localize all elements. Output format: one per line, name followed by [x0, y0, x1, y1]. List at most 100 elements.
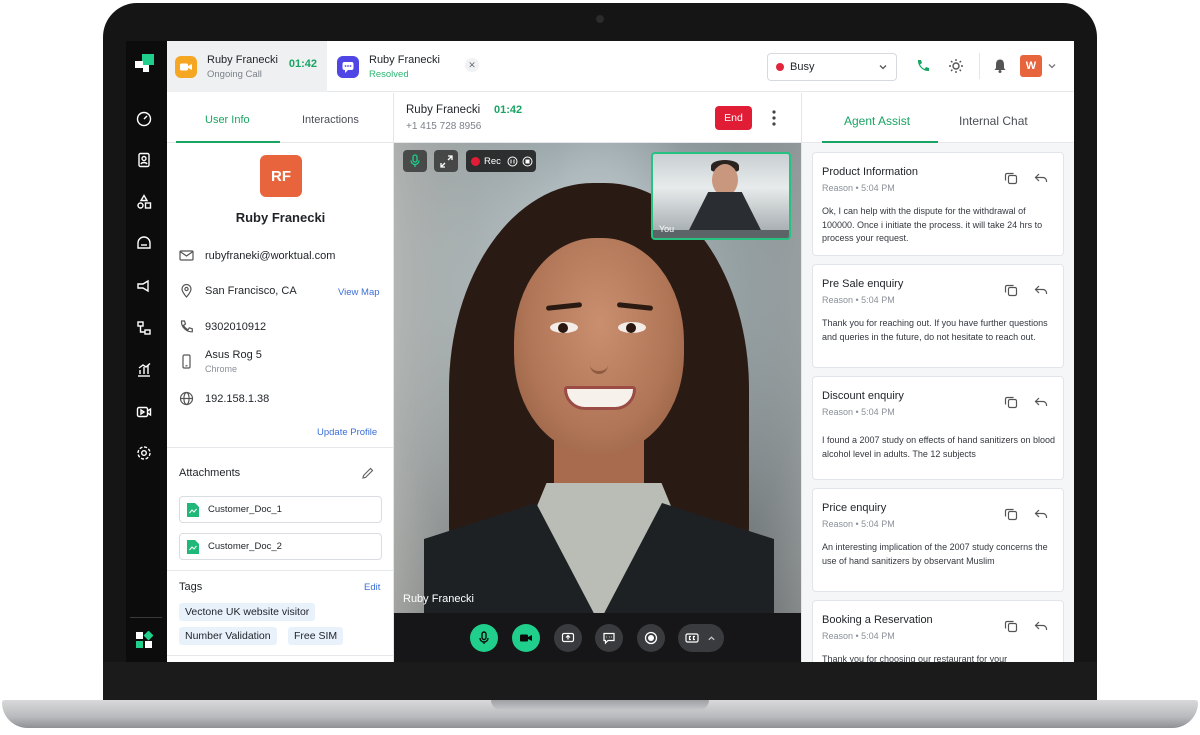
chat-tab-resolved[interactable]: Ruby Franecki Resolved ✕ — [329, 41, 481, 92]
pause-icon[interactable] — [507, 156, 518, 167]
edit-pencil-icon[interactable] — [361, 466, 375, 480]
update-profile-link[interactable]: Update Profile — [317, 427, 377, 438]
user-device: Asus Rog 5 — [205, 349, 262, 361]
user-browser: Chrome — [205, 364, 238, 374]
eyebrow — [616, 302, 654, 311]
campaign-icon[interactable] — [135, 277, 153, 295]
suggestion-text: An interesting implication of the 2007 s… — [822, 542, 1048, 566]
call-tab-timer: 01:42 — [288, 58, 317, 70]
stop-icon[interactable] — [522, 156, 533, 167]
tab-interactions[interactable]: Interactions — [302, 114, 359, 126]
call-tab-ongoing[interactable]: Ruby Franecki Ongoing Call 01:42 — [167, 41, 327, 92]
status-dropdown[interactable]: Busy — [767, 53, 897, 81]
share-screen-button[interactable] — [554, 624, 582, 652]
microphone-icon — [479, 631, 489, 644]
document-file-icon — [187, 502, 199, 517]
chevron-up-icon[interactable] — [707, 634, 716, 643]
globe-icon — [179, 391, 194, 406]
settings-gear-icon[interactable] — [135, 444, 153, 462]
notification-bell-icon[interactable] — [992, 58, 1008, 74]
suggestion-text: Thank you for choosing our restaurant fo… — [822, 654, 1008, 662]
caller-name: Ruby Franecki — [406, 104, 481, 116]
attachment-item[interactable]: Customer_Doc_2 — [179, 533, 382, 560]
copy-icon[interactable] — [1004, 507, 1018, 521]
assist-panel-tabs: Agent Assist Internal Chat — [802, 93, 1074, 143]
tab-user-info[interactable]: User Info — [205, 114, 250, 126]
tag-chip: Number Validation — [179, 627, 277, 645]
reply-icon[interactable] — [1034, 171, 1048, 185]
user-info-panel: User Info Interactions RF Ruby Franecki … — [167, 93, 394, 662]
video-camera-icon — [520, 634, 532, 642]
section-divider — [167, 655, 394, 656]
section-divider — [167, 447, 394, 448]
video-camera-icon — [175, 55, 197, 78]
call-controls-bar — [394, 613, 801, 662]
flow-icon[interactable] — [135, 319, 153, 337]
dashboard-icon[interactable] — [135, 110, 153, 128]
video-mic-toggle[interactable] — [403, 150, 427, 172]
more-options-icon[interactable] — [770, 109, 778, 127]
suggestion-card[interactable]: Pre Sale enquiry Reason • 5:04 PM Thank … — [812, 264, 1064, 368]
closed-captions-icon — [685, 633, 699, 643]
expand-icon — [439, 154, 453, 168]
apps-grid-icon[interactable] — [135, 631, 153, 649]
reply-icon[interactable] — [1034, 507, 1048, 521]
tags-edit-link[interactable]: Edit — [364, 582, 380, 593]
self-view-video[interactable]: You — [651, 152, 791, 240]
mute-button[interactable] — [470, 624, 498, 652]
ip-row: 192.158.1.38 — [179, 391, 269, 406]
close-icon[interactable]: ✕ — [465, 58, 479, 72]
camera-button[interactable] — [512, 624, 540, 652]
location-row: San Francisco, CA — [179, 283, 297, 298]
suggestion-reason: Reason • 5:04 PM — [822, 295, 895, 305]
copy-icon[interactable] — [1004, 283, 1018, 297]
suggestion-card[interactable]: Price enquiry Reason • 5:04 PM An intere… — [812, 488, 1064, 592]
view-map-link[interactable]: View Map — [338, 287, 380, 298]
phone-icon[interactable] — [915, 58, 931, 74]
copy-icon[interactable] — [1004, 171, 1018, 185]
inbox-icon[interactable] — [135, 234, 153, 252]
eye — [618, 322, 646, 333]
reports-icon[interactable] — [135, 361, 153, 379]
suggestion-reason: Reason • 5:04 PM — [822, 519, 895, 529]
video-library-icon[interactable] — [135, 403, 153, 421]
suggestion-reason: Reason • 5:04 PM — [822, 631, 895, 641]
active-tab-underline — [822, 141, 938, 143]
copy-icon[interactable] — [1004, 619, 1018, 633]
shapes-icon[interactable] — [135, 193, 153, 211]
device-row: Asus Rog 5 Chrome — [179, 349, 262, 374]
suggestion-reason: Reason • 5:04 PM — [822, 183, 895, 193]
suggestion-reason: Reason • 5:04 PM — [822, 407, 895, 417]
contacts-icon[interactable] — [135, 151, 153, 169]
brightness-icon[interactable] — [948, 58, 964, 74]
attachment-item[interactable]: Customer_Doc_1 — [179, 496, 382, 523]
chat-bubble-icon — [603, 632, 615, 645]
app-screen: Ruby Franecki Ongoing Call 01:42 Ruby Fr… — [126, 41, 1074, 662]
end-call-button[interactable]: End — [715, 106, 752, 130]
copy-icon[interactable] — [1004, 395, 1018, 409]
app-logo-icon — [135, 54, 154, 72]
suggestion-title: Pre Sale enquiry — [822, 278, 904, 290]
record-button[interactable] — [637, 624, 665, 652]
reply-icon[interactable] — [1034, 395, 1048, 409]
self-head — [712, 164, 738, 196]
tab-internal-chat[interactable]: Internal Chat — [959, 114, 1028, 128]
user-email: rubyfraneki@worktual.com — [205, 249, 336, 262]
tab-agent-assist[interactable]: Agent Assist — [844, 114, 910, 128]
reply-icon[interactable] — [1034, 619, 1048, 633]
chevron-down-icon[interactable] — [1047, 61, 1057, 71]
nose — [590, 348, 608, 374]
recording-indicator[interactable]: Rec — [466, 150, 536, 172]
eye — [550, 322, 578, 333]
fullscreen-toggle[interactable] — [434, 150, 458, 172]
suggestion-card[interactable]: Booking a Reservation Reason • 5:04 PM T… — [812, 600, 1064, 662]
reply-icon[interactable] — [1034, 283, 1048, 297]
suggestion-card[interactable]: Discount enquiry Reason • 5:04 PM I foun… — [812, 376, 1064, 480]
chat-button[interactable] — [595, 624, 623, 652]
captions-button[interactable] — [678, 624, 724, 652]
self-view-label: You — [659, 224, 675, 234]
caller-video-label: Ruby Franecki — [403, 593, 474, 605]
user-avatar[interactable]: W — [1020, 55, 1042, 77]
user-location: San Francisco, CA — [205, 284, 297, 297]
suggestion-card[interactable]: Product Information Reason • 5:04 PM Ok,… — [812, 152, 1064, 256]
